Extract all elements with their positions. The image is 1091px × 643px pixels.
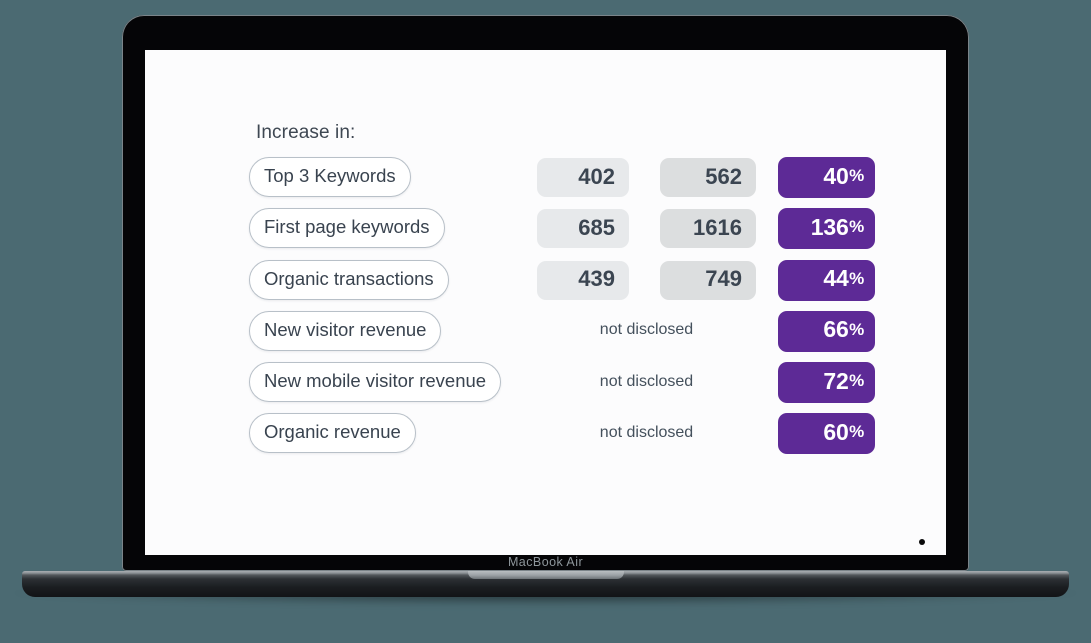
metric-not-disclosed-label: not disclosed [599,321,694,339]
screen-corner-dot [919,539,925,545]
presentation-slide: Increase in: Top 3 Keywords 402 562 40% Firs… [145,50,946,555]
metric-row: Organic transactions 439 749 44% [145,259,946,311]
metric-before-value: 685 [537,209,629,249]
metric-not-disclosed-label: not disclosed [599,423,694,441]
metric-delta-value: 40 [823,162,849,189]
metric-row: New visitor revenue not disclosed 66% [145,310,946,362]
metric-before-value: 439 [537,260,629,300]
metric-delta-value: 66 [823,316,849,343]
laptop-model-label: MacBook Air [507,555,584,569]
slide-heading: Increase in: [256,122,356,143]
percent-sign: % [849,166,864,185]
metric-delta-value: 44 [823,265,849,292]
metric-row: First page keywords 685 1616 136% [145,208,946,259]
metric-delta-badge: 60% [778,413,875,455]
metric-row: New mobile visitor revenue not disclosed 7… [145,362,946,413]
laptop-base-notch [467,571,624,579]
metric-not-disclosed-label: not disclosed [599,372,694,390]
metric-label-pill[interactable]: New mobile visitor revenue [249,362,502,403]
percent-sign: % [849,217,864,237]
metric-delta-badge: 72% [778,362,875,404]
percent-sign: % [849,422,864,442]
percent-sign: % [849,319,864,339]
percent-sign: % [849,371,864,391]
metric-label-pill[interactable]: New visitor revenue [249,310,442,351]
metrics-table: Top 3 Keywords 402 562 40% First page keywor… [145,157,946,465]
metric-row: Organic revenue not disclosed 60% [145,413,946,464]
metric-delta-value: 60 [823,418,849,445]
laptop-mockup: Increase in: Top 3 Keywords 402 562 40% Firs… [0,0,1091,643]
metric-label-pill[interactable]: Organic revenue [249,413,416,454]
metric-label-pill[interactable]: Top 3 Keywords [249,157,411,197]
metric-delta-badge: 40% [778,157,875,198]
metric-label-pill[interactable]: Organic transactions [249,259,449,300]
metric-delta-badge: 136% [778,208,875,250]
percent-sign: % [849,268,864,288]
metric-delta-badge: 44% [778,259,875,301]
laptop-lid-bezel: Increase in: Top 3 Keywords 402 562 40% Firs… [122,15,969,571]
metric-delta-value: 136 [810,213,849,240]
metric-after-value: 749 [660,260,756,300]
metric-delta-value: 72 [823,367,849,394]
metric-delta-badge: 66% [778,310,875,352]
metric-label-pill[interactable]: First page keywords [249,208,445,249]
metric-after-value: 562 [660,158,756,197]
metric-before-value: 402 [537,158,629,197]
metric-after-value: 1616 [660,209,756,249]
metric-row: Top 3 Keywords 402 562 40% [145,157,946,208]
laptop-screen: Increase in: Top 3 Keywords 402 562 40% Firs… [145,50,946,555]
